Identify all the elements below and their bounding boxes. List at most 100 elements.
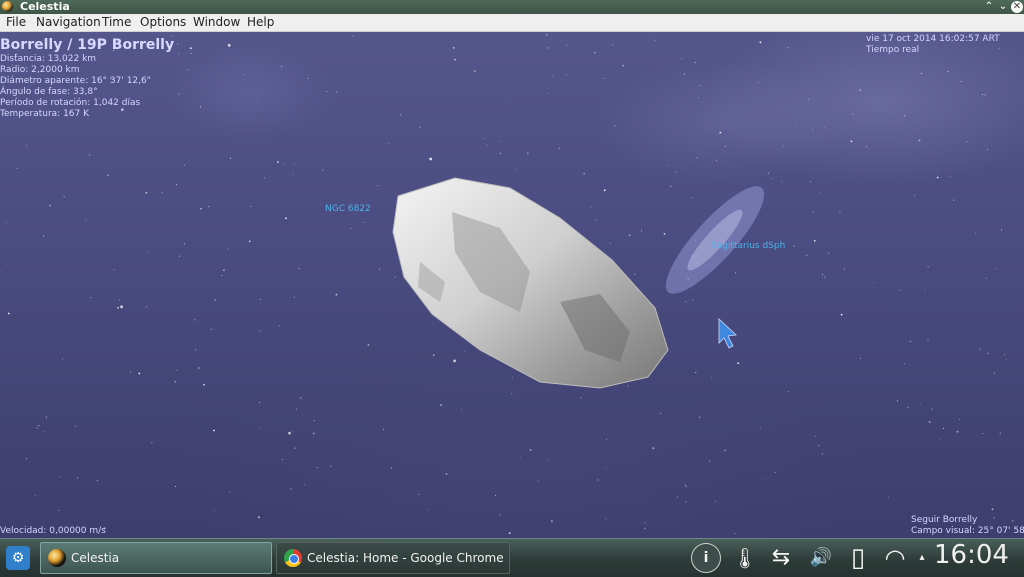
star: [281, 459, 283, 461]
star: [190, 52, 192, 54]
star: [548, 459, 550, 461]
info-rotation-period: Período de rotación: 1,042 días: [0, 98, 141, 108]
info-icon[interactable]: i: [691, 543, 721, 573]
star: [183, 243, 185, 245]
star: [7, 312, 10, 315]
maximize-button[interactable]: ⌄: [997, 1, 1009, 13]
star: [774, 471, 776, 473]
label-sagittarius-dsph: Sagittarius dSph: [711, 241, 786, 251]
clock[interactable]: 16:04: [934, 540, 1009, 570]
minimize-button[interactable]: ⌃: [983, 1, 995, 13]
window-titlebar[interactable]: Celestia ⌃ ⌄ ✕: [0, 0, 1024, 14]
star: [907, 406, 909, 408]
network-icon[interactable]: ⇆: [763, 543, 799, 573]
star: [161, 192, 163, 194]
star: [918, 139, 921, 142]
star: [987, 352, 989, 354]
star: [547, 93, 549, 94]
star: [429, 157, 433, 161]
comet-nucleus[interactable]: [392, 177, 669, 389]
info-phase-angle: Ángulo de fase: 33,8°: [0, 87, 98, 97]
star: [221, 275, 223, 277]
star: [388, 143, 390, 144]
star: [440, 404, 442, 406]
info-radius: Radio: 2,2000 km: [0, 65, 80, 75]
star: [145, 306, 147, 308]
star: [418, 494, 420, 496]
star: [843, 268, 845, 270]
wifi-icon[interactable]: ◠: [882, 543, 908, 573]
star: [960, 80, 962, 82]
menu-window[interactable]: Window: [193, 14, 240, 31]
star: [200, 106, 202, 108]
star: [445, 473, 448, 475]
menu-options[interactable]: Options: [140, 14, 186, 31]
star: [927, 266, 929, 268]
star: [677, 496, 678, 498]
star: [515, 169, 517, 171]
info-apparent-diameter: Diámetro aparente: 16° 37' 12,6": [0, 76, 151, 86]
volume-icon[interactable]: 🔊: [808, 543, 834, 573]
close-button[interactable]: ✕: [1011, 1, 1023, 13]
star: [685, 486, 687, 487]
star: [452, 47, 455, 49]
starfield: [1, 33, 1014, 534]
star: [694, 61, 696, 63]
star: [821, 453, 823, 455]
label-ngc-6822: NGC 6822: [325, 204, 371, 214]
star: [904, 363, 905, 364]
star: [823, 127, 825, 129]
thermometer-icon[interactable]: 🌡: [732, 543, 757, 573]
star: [394, 276, 396, 278]
star: [782, 145, 784, 147]
star: [45, 416, 47, 418]
menu-navigation[interactable]: Navigation: [36, 14, 101, 31]
menu-help[interactable]: Help: [247, 14, 274, 31]
star: [259, 402, 261, 403]
star: [464, 350, 466, 352]
kde-launcher-icon[interactable]: ⚙: [6, 546, 30, 570]
star: [614, 125, 616, 127]
star: [335, 293, 338, 296]
star: [184, 164, 185, 166]
star: [519, 457, 521, 459]
star: [151, 442, 153, 444]
space-viewport[interactable]: Borrelly / 19P Borrelly Distancia: 13,02…: [0, 32, 1024, 538]
star: [97, 479, 99, 481]
star: [283, 163, 285, 165]
tray-expand-icon[interactable]: ▴: [916, 543, 928, 573]
star: [427, 509, 429, 511]
star: [663, 233, 666, 235]
phone-icon[interactable]: ▯: [846, 543, 870, 573]
menu-file[interactable]: File: [6, 14, 26, 31]
star: [473, 70, 476, 72]
star: [547, 47, 549, 49]
star: [545, 33, 548, 36]
star: [695, 372, 697, 374]
star: [120, 305, 123, 309]
star: [89, 154, 91, 156]
star: [1005, 359, 1007, 361]
star: [919, 403, 921, 405]
star: [904, 115, 906, 117]
star: [313, 420, 315, 422]
star: [698, 97, 700, 99]
star: [583, 172, 586, 175]
star: [724, 145, 726, 147]
star: [723, 450, 725, 452]
star: [499, 140, 501, 142]
star: [840, 313, 843, 316]
star: [26, 144, 27, 146]
star: [865, 146, 867, 148]
star: [787, 391, 789, 392]
mouse-cursor: [718, 318, 737, 349]
task-celestia[interactable]: Celestia: [40, 542, 272, 574]
star: [602, 78, 604, 80]
star: [605, 466, 607, 468]
menu-time[interactable]: Time: [102, 14, 131, 31]
star: [691, 197, 693, 199]
star: [147, 251, 149, 253]
task-chrome[interactable]: Celestia: Home - Google Chrome: [276, 542, 510, 574]
star: [818, 445, 820, 446]
star: [924, 288, 926, 290]
